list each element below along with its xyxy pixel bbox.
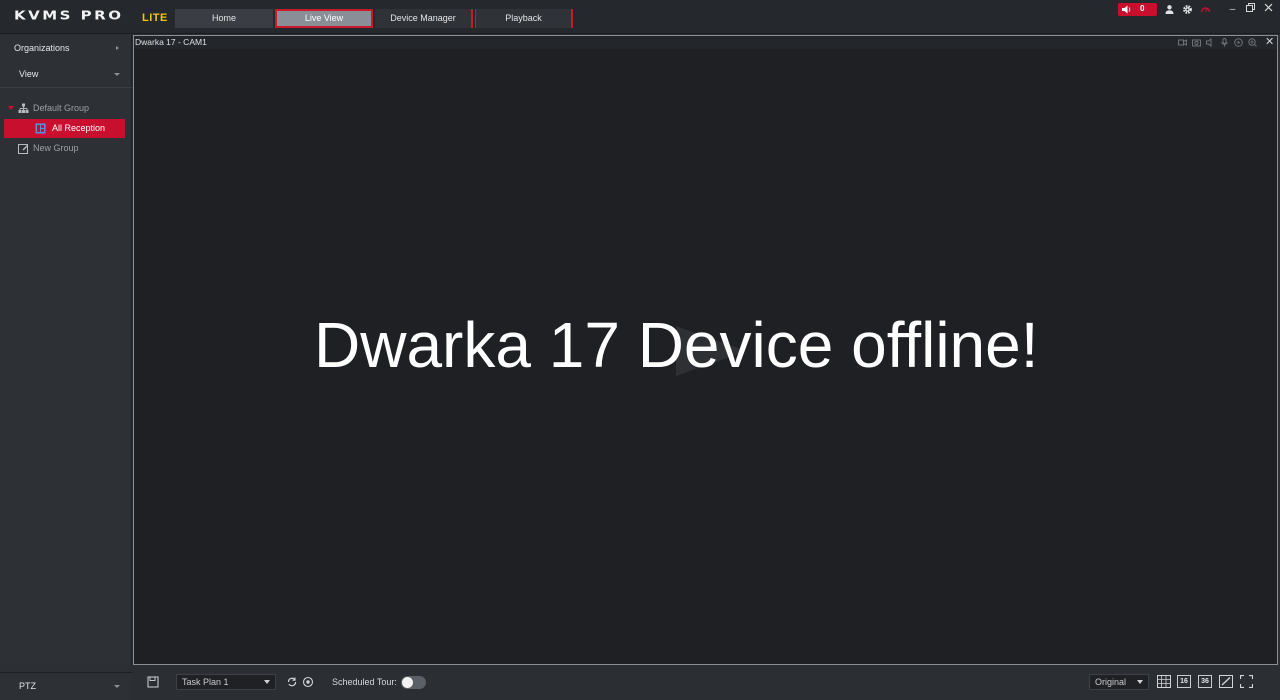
grid-layout-icon[interactable] [1157, 675, 1171, 688]
close-icon [1264, 3, 1273, 12]
toggle-knob [402, 677, 413, 688]
chevron-down-icon [114, 73, 120, 76]
app-window: KVMS PRO LITE Home Live View Device Mana… [0, 0, 1280, 700]
close-video-icon[interactable]: ✕ [1265, 35, 1274, 48]
record-icon[interactable] [1234, 38, 1243, 47]
bottom-toolbar: Task Plan 1 Scheduled Tour: Original 16 … [133, 666, 1280, 700]
app-logo: KVMS PRO [14, 8, 124, 23]
tree-item-label: New Group [33, 143, 79, 153]
scheduled-tour-toggle[interactable] [401, 676, 426, 689]
restore-icon [1246, 3, 1255, 12]
folder-edit-icon [18, 144, 28, 154]
aspect-ratio-select[interactable]: Original [1089, 674, 1149, 690]
view-label: View [19, 69, 39, 79]
minimize-button[interactable]: – [1226, 3, 1239, 16]
view-panel-toggle[interactable]: View [0, 62, 132, 87]
ptz-label: PTZ [19, 681, 36, 691]
fullscreen-icon[interactable] [1240, 675, 1253, 688]
app-edition: LITE [142, 12, 168, 24]
aspect-ratio-value: Original [1095, 677, 1127, 687]
tree-item-label: All Reception [52, 123, 106, 133]
gear-icon[interactable] [1182, 4, 1193, 15]
chevron-down-icon [114, 685, 120, 688]
ptz-panel-toggle[interactable]: PTZ [0, 672, 132, 700]
camera-title: Dwarka 17 - CAM1 [135, 37, 207, 47]
tree-item-new-group[interactable]: New Group [0, 139, 132, 158]
tab-playback[interactable]: Playback [475, 9, 573, 28]
tab-live-view[interactable]: Live View [275, 9, 373, 28]
alarm-count: 0 [1140, 4, 1145, 13]
custom-layout-icon[interactable] [1219, 675, 1233, 688]
expand-caret-icon[interactable] [8, 106, 14, 110]
tree-item-label: Default Group [33, 103, 90, 113]
tab-home[interactable]: Home [175, 9, 273, 28]
alarm-button[interactable]: 0 [1118, 3, 1157, 16]
org-tree-icon [18, 103, 29, 113]
tree-item-default-group[interactable]: Default Group [0, 99, 132, 118]
zoom-icon[interactable] [1248, 38, 1257, 47]
chevron-right-icon [116, 46, 119, 50]
organizations-label: Organizations [14, 43, 70, 53]
tour-settings-icon[interactable] [302, 676, 314, 688]
refresh-icon[interactable] [286, 676, 298, 688]
close-button[interactable] [1262, 3, 1275, 16]
scheduled-tour-label: Scheduled Tour: [332, 677, 397, 687]
dropdown-arrow-icon [1137, 680, 1143, 684]
audio-icon[interactable] [1206, 38, 1215, 47]
dropdown-arrow-icon [264, 680, 270, 684]
snapshot-icon[interactable] [1192, 38, 1201, 47]
offline-message: Dwarka 17 Device offline! [314, 309, 1039, 381]
stream-icon[interactable] [1178, 38, 1187, 47]
organizations-panel-toggle[interactable]: Organizations [0, 36, 132, 61]
restore-button[interactable] [1244, 3, 1257, 16]
sidebar: Organizations View Default Group All Rec… [0, 35, 132, 665]
video-pane[interactable]: Dwarka 17 - CAM1 ✕ Dwarka 17 Device offl… [133, 35, 1278, 665]
gauge-icon[interactable] [1200, 4, 1211, 15]
sidebar-divider [0, 87, 132, 88]
video-title-bar: Dwarka 17 - CAM1 ✕ [134, 36, 1277, 49]
save-view-icon[interactable] [147, 676, 159, 688]
microphone-icon[interactable] [1220, 38, 1229, 47]
task-plan-select[interactable]: Task Plan 1 [176, 674, 276, 690]
user-icon[interactable] [1164, 4, 1175, 15]
layout-16-button[interactable]: 16 [1177, 675, 1191, 688]
task-plan-value: Task Plan 1 [182, 677, 229, 687]
tree-item-all-reception[interactable]: All Reception [4, 119, 125, 138]
view-layout-icon [35, 123, 46, 134]
layout-36-button[interactable]: 36 [1198, 675, 1212, 688]
speaker-icon [1122, 5, 1131, 14]
top-bar: KVMS PRO LITE Home Live View Device Mana… [0, 0, 1280, 34]
tab-device-manager[interactable]: Device Manager [375, 9, 473, 28]
